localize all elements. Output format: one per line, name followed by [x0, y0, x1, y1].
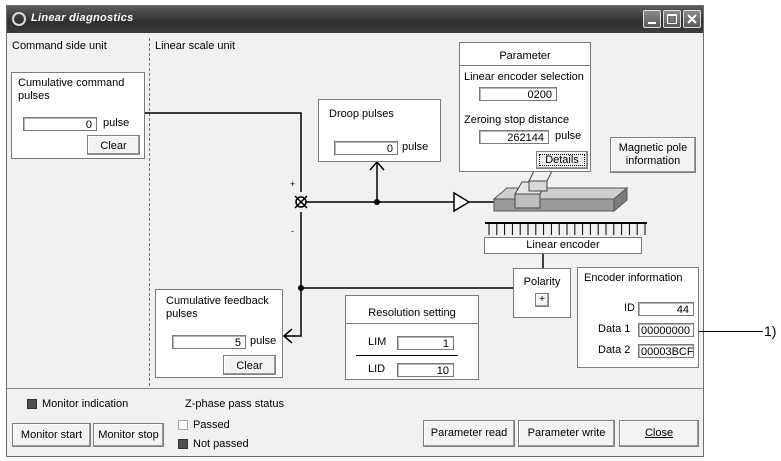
passed-square: [178, 420, 188, 430]
lid-input[interactable]: 10: [397, 363, 454, 377]
encoder-selection-value: 0200: [479, 87, 557, 101]
zeroing-stop-label: Zeroing stop distance: [464, 114, 570, 126]
lim-input[interactable]: 1: [397, 336, 454, 350]
linear-encoder-box: Linear encoder: [484, 237, 642, 254]
callout-line: [699, 331, 763, 332]
cumulative-command-title: Cumulative command pulses: [18, 77, 125, 102]
resolution-title: Resolution setting: [368, 307, 456, 319]
cumulative-command-panel: Cumulative command pulses 0 pulse Clear: [11, 72, 145, 159]
zphase-title: Z-phase pass status: [185, 398, 285, 410]
resolution-panel: Resolution setting LIM 1 LID 10: [345, 295, 479, 380]
droop-panel: Droop pulses 0 pulse: [318, 99, 441, 162]
magnetic-pole-button[interactable]: Magnetic pole information: [610, 137, 696, 173]
cumulative-feedback-title: Cumulative feedback pulses: [166, 295, 269, 320]
encoder-data1-value: 00000000: [638, 323, 694, 337]
details-button[interactable]: Details: [536, 151, 588, 169]
fraction-bar: [356, 355, 458, 356]
encoder-id-value: 44: [638, 302, 694, 316]
encoder-info-panel: Encoder information ID 44 Data 1 0000000…: [577, 267, 699, 368]
lid-label: LID: [368, 363, 386, 375]
encoder-data2-label: Data 2: [598, 344, 631, 356]
junction-dot: [298, 285, 304, 291]
linear-diagnostics-window: Linear diagnostics Command side unit Lin…: [6, 5, 704, 457]
parameter-read-button[interactable]: Parameter read: [423, 420, 515, 447]
cumulative-command-value: 0: [23, 117, 97, 131]
amplifier-triangle: [453, 191, 471, 213]
lim-label: LIM: [368, 336, 387, 348]
encoder-data2-value: 00003BCF: [638, 344, 694, 358]
encoder-data1-label: Data 1: [598, 323, 631, 335]
droop-title: Droop pulses: [329, 108, 394, 120]
encoder-info-title: Encoder information: [584, 272, 683, 284]
close-button[interactable]: Close: [619, 420, 699, 447]
magnetic-pole-line2: information: [625, 155, 681, 167]
magnetic-pole-line1: Magnetic pole: [618, 142, 688, 154]
parameter-divider: [460, 65, 590, 66]
command-line: [145, 112, 302, 192]
zeroing-stop-unit: pulse: [555, 130, 582, 142]
cumulative-feedback-unit: pulse: [250, 335, 277, 347]
droop-unit: pulse: [402, 141, 429, 153]
parameter-write-button[interactable]: Parameter write: [518, 420, 615, 447]
feedback-down-line: [285, 288, 302, 337]
bottom-divider: [7, 388, 703, 389]
polarity-label: Polarity: [523, 276, 561, 288]
parameter-panel: Parameter Linear encoder selection 0200 …: [459, 42, 591, 172]
resolution-divider: [346, 323, 478, 324]
summing-plus-label: +: [290, 179, 296, 189]
junction-dot: [374, 199, 380, 205]
scale-ticks: [488, 223, 646, 235]
polarity-panel: Polarity +: [513, 268, 571, 318]
clear-feedback-button[interactable]: Clear: [223, 355, 276, 375]
passed-label: Passed: [193, 419, 230, 431]
monitor-start-button[interactable]: Monitor start: [12, 423, 91, 447]
monitor-stop-button[interactable]: Monitor stop: [93, 423, 164, 447]
droop-value: 0: [334, 141, 398, 155]
cumulative-feedback-panel: Cumulative feedback pulses 5 pulse Clear: [155, 289, 283, 378]
not-passed-square: [178, 439, 188, 449]
clear-command-button[interactable]: Clear: [87, 135, 140, 155]
encoder-selection-label: Linear encoder selection: [464, 71, 584, 83]
not-passed-label: Not passed: [193, 438, 249, 450]
polarity-toggle-button[interactable]: +: [535, 293, 549, 307]
zeroing-stop-value: 262144: [479, 130, 549, 144]
parameter-title: Parameter: [499, 50, 551, 62]
monitor-indication-square: [27, 399, 37, 409]
monitor-indication-label: Monitor indication: [42, 398, 129, 410]
cumulative-feedback-value: 5: [172, 335, 246, 349]
linear-motor-graphic: [492, 170, 629, 213]
cumulative-command-unit: pulse: [103, 117, 130, 129]
summing-minus-label: -: [291, 226, 294, 236]
callout-label: 1): [764, 323, 777, 339]
encoder-id-label: ID: [624, 302, 635, 314]
